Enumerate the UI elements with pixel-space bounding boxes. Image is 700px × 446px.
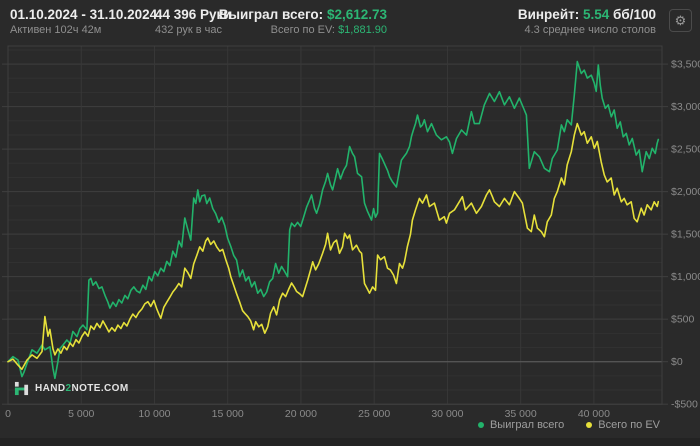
y-axis-label: $3,000: [671, 101, 700, 113]
x-axis-label: 15 000: [212, 408, 244, 420]
x-axis-label: 30 000: [431, 408, 463, 420]
y-axis-label: $3,500: [671, 59, 700, 71]
legend-item-total-won[interactable]: Выиграл всего: [477, 419, 565, 431]
active-time: Активен 102ч 42м: [10, 24, 102, 36]
winnings-block: Выиграл всего: $2,612.73 Всего по EV: $1…: [219, 6, 387, 37]
logo-text-prefix: HAND: [35, 383, 66, 394]
x-axis-label: 5 000: [68, 408, 94, 420]
hand2note-logo: HAND2NOTE.COM: [14, 381, 129, 396]
legend-dot-yellow-icon: [586, 422, 593, 428]
legend-dot-green-icon: [477, 422, 484, 428]
header: 01.10.2024 - 31.10.2024 Активен 102ч 42м…: [0, 0, 700, 46]
winnings-label: Выиграл всего:: [218, 7, 324, 22]
x-axis-label: 10 000: [138, 408, 170, 420]
winrate-block: Винрейт: 5.54 бб/100 4.3 среднее число с…: [518, 6, 656, 37]
y-axis-label: $0: [671, 356, 683, 368]
ev-label: Всего по EV:: [270, 24, 335, 36]
logo-text-suffix: NOTE.COM: [71, 383, 129, 394]
y-axis-label: $2,500: [671, 144, 700, 156]
winnings-chart: $3,500 $3,000 $2,500 $2,000 $1,500 $1,000 $500…: [2, 45, 700, 420]
winrate-label: Винрейт:: [517, 7, 580, 22]
winnings-value: $2,612.73: [326, 7, 387, 22]
settings-gear-icon[interactable]: ⚙: [669, 9, 692, 32]
y-axis-label: $500: [671, 314, 695, 326]
y-axis-label: -$500: [671, 399, 698, 411]
y-axis-label: $1,000: [671, 271, 700, 283]
plot-border: [7, 45, 663, 405]
winrate-value: 5.54: [583, 7, 610, 22]
legend-item-ev[interactable]: Всего по EV: [586, 419, 660, 431]
hand2note-logo-icon: [14, 381, 29, 396]
avg-tables: 4.3 среднее число столов: [524, 24, 656, 36]
footer-band: [0, 438, 700, 446]
date-range: 01.10.2024 - 31.10.2024: [10, 7, 158, 22]
hand2note-session-window: $3,500 $3,000 $2,500 $2,000 $1,500 $1,000 $500…: [0, 0, 700, 446]
x-axis-label: 0: [5, 408, 11, 420]
x-axis-label: 20 000: [285, 408, 317, 420]
ev-value: $1,881.90: [338, 24, 387, 36]
y-axis-label: $1,500: [671, 229, 700, 241]
series-line-ev: [7, 122, 660, 371]
date-range-block: 01.10.2024 - 31.10.2024 Активен 102ч 42м: [10, 6, 157, 37]
winrate-unit: бб/100: [613, 7, 656, 22]
legend-label: Всего по EV: [598, 419, 660, 431]
chart-legend: Выиграл всего Всего по EV: [477, 419, 660, 431]
x-axis-label: 25 000: [358, 408, 390, 420]
y-axis-label: $2,000: [671, 186, 700, 198]
legend-label: Выиграл всего: [489, 419, 565, 431]
